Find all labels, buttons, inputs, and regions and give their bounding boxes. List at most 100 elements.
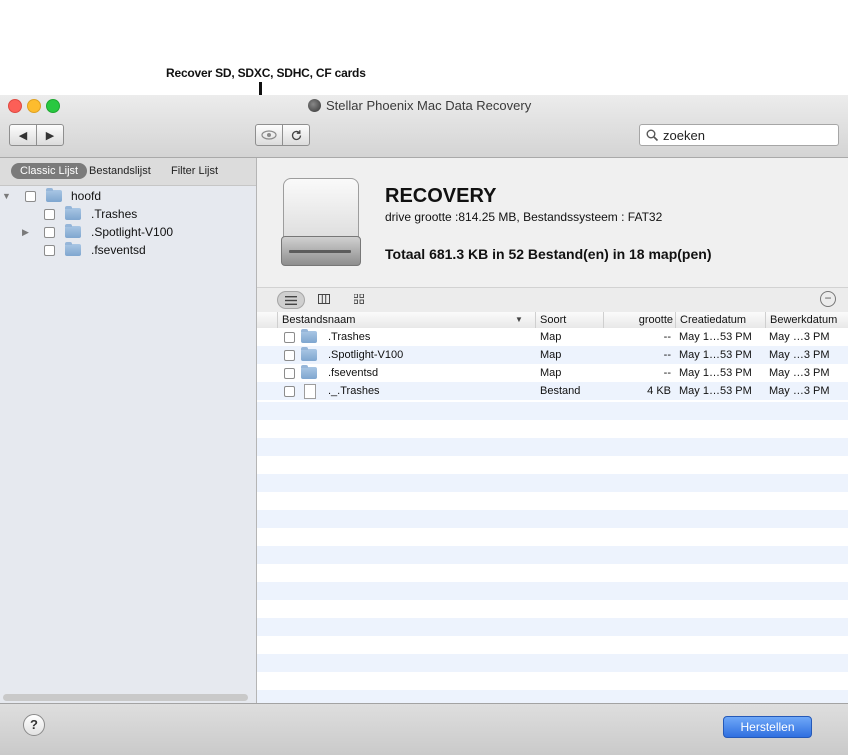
- title-bar: Stellar Phoenix Mac Data Recovery ◀ ▶ zo…: [0, 95, 848, 158]
- table-row[interactable]: .fseventsd Map -- May 1…53 PM May …3 PM: [257, 364, 848, 382]
- table-header: Bestandsnaam ▼ Soort grootte Creatiedatu…: [257, 312, 848, 329]
- folder-icon: [301, 347, 317, 361]
- sidebar-tabs: Classic Lijst Bestandslijst Filter Lijst: [0, 158, 256, 186]
- collapse-icon[interactable]: −: [820, 291, 836, 307]
- checkbox[interactable]: [44, 208, 55, 220]
- navigation-buttons: ◀ ▶: [9, 124, 64, 146]
- reload-icon: [291, 129, 301, 140]
- forward-button[interactable]: ▶: [36, 125, 63, 145]
- help-button[interactable]: ?: [23, 714, 45, 736]
- back-arrow-icon: ◀: [18, 129, 28, 142]
- file-table: Bestandsnaam ▼ Soort grootte Creatiedatu…: [257, 312, 848, 703]
- checkbox[interactable]: [44, 226, 55, 238]
- folder-icon: [65, 206, 81, 220]
- window-title: Stellar Phoenix Mac Data Recovery: [308, 98, 531, 113]
- volume-info-pane: RECOVERY drive grootte :814.25 MB, Besta…: [257, 158, 848, 287]
- icon-view-icon: [354, 294, 364, 304]
- cell-filename: .Spotlight-V100: [328, 349, 404, 361]
- tree-item-label: hoofd: [71, 189, 102, 203]
- search-icon: [646, 129, 659, 141]
- cell-kind: Map: [540, 331, 562, 343]
- cell-kind: Map: [540, 367, 562, 379]
- app-window: Stellar Phoenix Mac Data Recovery ◀ ▶ zo…: [0, 95, 848, 755]
- minimize-window-button[interactable]: [27, 99, 41, 113]
- row-checkbox[interactable]: [284, 368, 295, 379]
- tab-classic-list[interactable]: Classic Lijst: [11, 163, 88, 179]
- main-panel: RECOVERY drive grootte :814.25 MB, Besta…: [257, 158, 848, 703]
- sidebar-horizontal-scrollbar[interactable]: [3, 694, 248, 701]
- cell-size: 4 KB: [647, 385, 671, 397]
- tab-filter-list[interactable]: Filter Lijst: [162, 163, 227, 179]
- reload-button[interactable]: [282, 125, 309, 145]
- tab-file-list[interactable]: Bestandslijst: [80, 163, 160, 179]
- sort-descending-icon[interactable]: ▼: [515, 312, 523, 328]
- cell-filename: .fseventsd: [328, 367, 379, 379]
- column-view-button[interactable]: [311, 291, 337, 307]
- row-checkbox[interactable]: [284, 350, 295, 361]
- folder-icon: [301, 329, 317, 343]
- search-field[interactable]: zoeken: [639, 124, 839, 146]
- search-input[interactable]: zoeken: [663, 128, 705, 143]
- header-kind-label: Soort: [540, 314, 567, 326]
- zoom-window-button[interactable]: [46, 99, 60, 113]
- hard-drive-icon: [281, 178, 361, 266]
- disclosure-triangle-expanded-icon[interactable]: ▼: [2, 191, 12, 201]
- window-title-text: Stellar Phoenix Mac Data Recovery: [326, 98, 532, 113]
- tree-item-trashes[interactable]: .Trashes: [44, 205, 137, 223]
- cell-created: May 1…53 PM: [679, 331, 752, 343]
- header-modified-label: Bewerkdatum: [770, 314, 838, 326]
- table-row[interactable]: .Trashes Map -- May 1…53 PM May …3 PM: [257, 328, 848, 346]
- header-modified[interactable]: Bewerkdatum: [765, 312, 848, 328]
- header-created-label: Creatiedatum: [680, 314, 747, 326]
- checkbox[interactable]: [44, 244, 55, 256]
- annotation-label: Recover SD, SDXC, SDHC, CF cards: [166, 66, 366, 80]
- row-checkbox[interactable]: [284, 332, 295, 343]
- folder-icon: [65, 242, 81, 256]
- list-view-icon: [285, 295, 297, 305]
- preview-controls: [255, 124, 310, 146]
- column-view-icon: [318, 294, 330, 304]
- cell-kind: Bestand: [540, 385, 581, 397]
- icon-view-button[interactable]: [346, 291, 372, 307]
- folder-icon: [65, 224, 81, 238]
- preview-button[interactable]: [256, 125, 282, 145]
- eye-icon: [261, 130, 277, 140]
- view-mode-bar: −: [257, 287, 848, 313]
- tree-item-label: .Spotlight-V100: [91, 225, 174, 239]
- tree-item-fseventsd[interactable]: .fseventsd: [44, 241, 146, 259]
- checkbox[interactable]: [25, 190, 36, 202]
- cell-kind: Map: [540, 349, 562, 361]
- cell-modified: May …3 PM: [769, 385, 830, 397]
- cell-filename: .Trashes: [328, 331, 371, 343]
- volume-name: RECOVERY: [385, 185, 497, 207]
- document-icon: [304, 384, 316, 399]
- cell-created: May 1…53 PM: [679, 367, 752, 379]
- list-view-button[interactable]: [277, 291, 305, 309]
- forward-arrow-icon: ▶: [45, 129, 55, 142]
- header-spacer: [257, 312, 277, 328]
- table-row[interactable]: .Spotlight-V100 Map -- May 1…53 PM May ……: [257, 346, 848, 364]
- back-button[interactable]: ◀: [10, 125, 36, 145]
- cell-modified: May …3 PM: [769, 349, 830, 361]
- app-logo-icon: [308, 99, 321, 112]
- header-filename[interactable]: Bestandsnaam: [277, 312, 528, 328]
- table-row[interactable]: ._.Trashes Bestand 4 KB May 1…53 PM May …: [257, 382, 848, 400]
- recover-button[interactable]: Herstellen: [723, 716, 812, 738]
- tree-item-label: .fseventsd: [91, 243, 146, 257]
- header-size[interactable]: grootte: [603, 312, 675, 328]
- sidebar: Classic Lijst Bestandslijst Filter Lijst…: [0, 158, 257, 703]
- header-created[interactable]: Creatiedatum: [675, 312, 765, 328]
- folder-icon: [46, 188, 62, 202]
- cell-created: May 1…53 PM: [679, 349, 752, 361]
- close-window-button[interactable]: [8, 99, 22, 113]
- cell-size: --: [663, 331, 671, 343]
- cell-size: --: [663, 367, 671, 379]
- bottom-bar: ? Herstellen: [0, 703, 848, 755]
- cell-size: --: [663, 349, 671, 361]
- row-checkbox[interactable]: [284, 386, 295, 397]
- header-kind[interactable]: Soort: [535, 312, 603, 328]
- tree-item-spotlight[interactable]: ▶ .Spotlight-V100: [22, 223, 173, 241]
- tree-item-hoofd[interactable]: ▼ hoofd: [2, 187, 101, 205]
- disclosure-triangle-collapsed-icon[interactable]: ▶: [22, 227, 32, 238]
- tree-item-label: .Trashes: [91, 207, 138, 221]
